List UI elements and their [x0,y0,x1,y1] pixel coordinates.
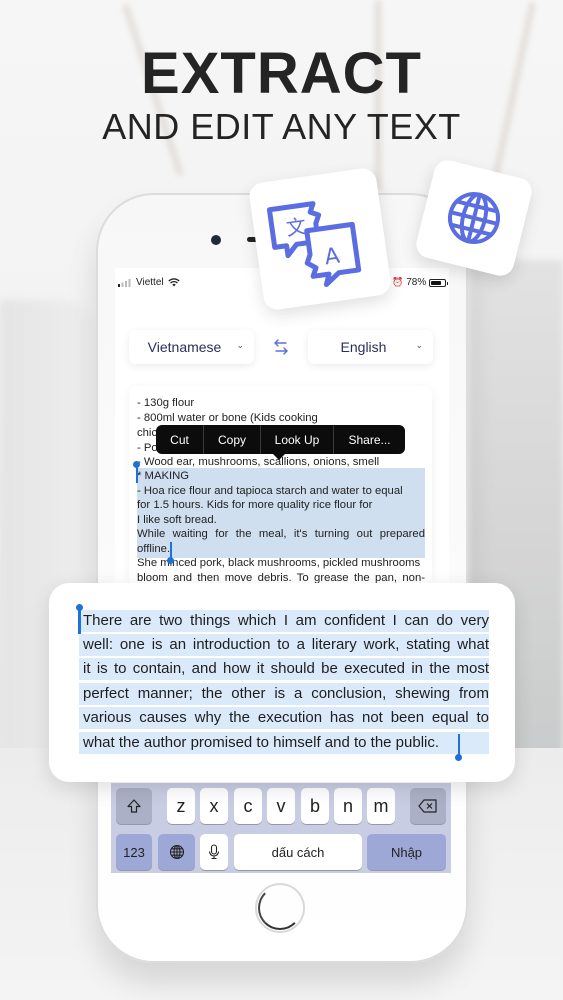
chevron-down-icon: ⌄ [236,340,244,350]
backspace-icon [418,799,437,813]
target-language-label: English [340,339,387,355]
key-c[interactable]: c [234,788,262,824]
key-v[interactable]: v [267,788,295,824]
source-line: - Wood ear, mushrooms, scallions, onions… [137,456,380,468]
translation-selection-start-caret [78,608,81,634]
translation-line: various causes why the execution has not… [79,707,489,729]
key-m[interactable]: m [367,788,395,824]
numbers-key[interactable]: 123 [116,834,152,870]
source-text-area[interactable]: - 130g flour - 800ml water or bone (Kids… [129,386,432,586]
translate-icon: 文 A [266,201,362,288]
selection-start-caret [136,465,138,483]
source-line: - 800ml water or bone (Kids cooking [137,412,318,424]
carrier-name: Viettel [136,277,164,288]
translation-selection-end-handle[interactable] [455,754,462,761]
globe-key[interactable] [158,834,195,870]
status-bar-left: Viettel [118,277,180,288]
source-line: * MAKING [137,470,190,482]
translation-line: it is to contain, and how it should be e… [79,658,489,680]
delete-key[interactable] [410,788,446,824]
swap-arrows-icon[interactable] [272,337,290,357]
key-n[interactable]: n [334,788,362,824]
signal-icon [118,278,131,287]
home-button[interactable] [255,883,305,933]
context-menu-pointer [272,453,286,460]
source-line: - 130g flour [137,397,195,409]
battery-percent: 78% [406,277,427,288]
translation-selection-end-caret [458,734,460,756]
key-z[interactable]: z [167,788,195,824]
key-b[interactable]: b [301,788,329,824]
microphone-key[interactable] [200,834,228,870]
menu-item-copy[interactable]: Copy [204,425,261,454]
translation-line: There are two things which I am confiden… [79,610,489,632]
source-line: She minced pork, black mushrooms, pickle… [137,557,421,569]
source-language-label: Vietnamese [147,339,222,355]
headline-subtitle: AND EDIT ANY TEXT [102,106,461,147]
space-key[interactable]: dấu cách [234,834,362,870]
chevron-down-icon: ⌄ [415,340,423,350]
translation-line: what the author promised to himself and … [79,732,489,754]
camera-icon [211,235,221,245]
shift-key[interactable] [116,788,152,824]
status-bar-right: ⏰ 78% [392,277,449,288]
translate-icon-card: 文 A [247,166,393,312]
selection-end-handle[interactable] [167,557,174,564]
menu-item-cut[interactable]: Cut [156,425,204,454]
source-line: chic [137,427,158,439]
source-line: for 1.5 hours. Kids for more quality ric… [137,499,373,511]
source-line: I like soft bread. [137,514,217,526]
wifi-icon [167,278,180,287]
alarm-icon: ⏰ [392,277,404,287]
source-line: While waiting for the meal, it's turning… [137,528,425,540]
source-line: offline. [137,543,171,555]
source-line: - Po [137,442,158,454]
menu-item-share[interactable]: Share... [334,425,405,454]
battery-icon [429,278,449,287]
key-x[interactable]: x [200,788,228,824]
headline-title: EXTRACT [141,41,422,106]
source-language-select[interactable]: Vietnamese ⌄ [129,330,254,364]
translation-line: well: one is an introduction to a litera… [79,634,489,656]
target-language-select[interactable]: English ⌄ [308,330,433,364]
translate-glyph-left: 文 [285,214,308,241]
return-key[interactable]: Nhập [367,834,446,870]
microphone-icon [208,844,220,860]
globe-icon [169,844,184,860]
shift-icon [127,799,141,813]
menu-item-look-up[interactable]: Look Up [261,425,334,454]
context-menu: Cut Copy Look Up Share... [156,425,405,454]
translation-line: perfect manner; the other is a conclusio… [79,683,489,705]
source-line: - Hoa rice flour and tapioca starch and … [137,485,403,497]
